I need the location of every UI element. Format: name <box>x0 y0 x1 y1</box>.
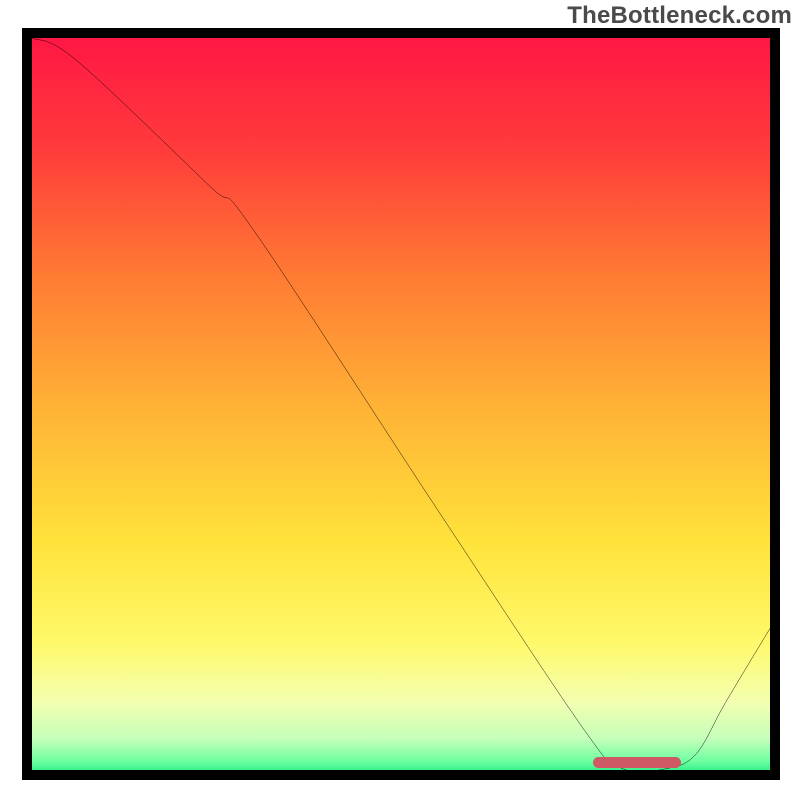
watermark-text: TheBottleneck.com <box>567 2 792 30</box>
chart-container: TheBottleneck.com <box>0 0 800 800</box>
plot-frame <box>22 28 780 780</box>
bottleneck-curve <box>32 38 770 770</box>
optimum-marker <box>593 757 682 768</box>
plot-area <box>32 38 770 770</box>
